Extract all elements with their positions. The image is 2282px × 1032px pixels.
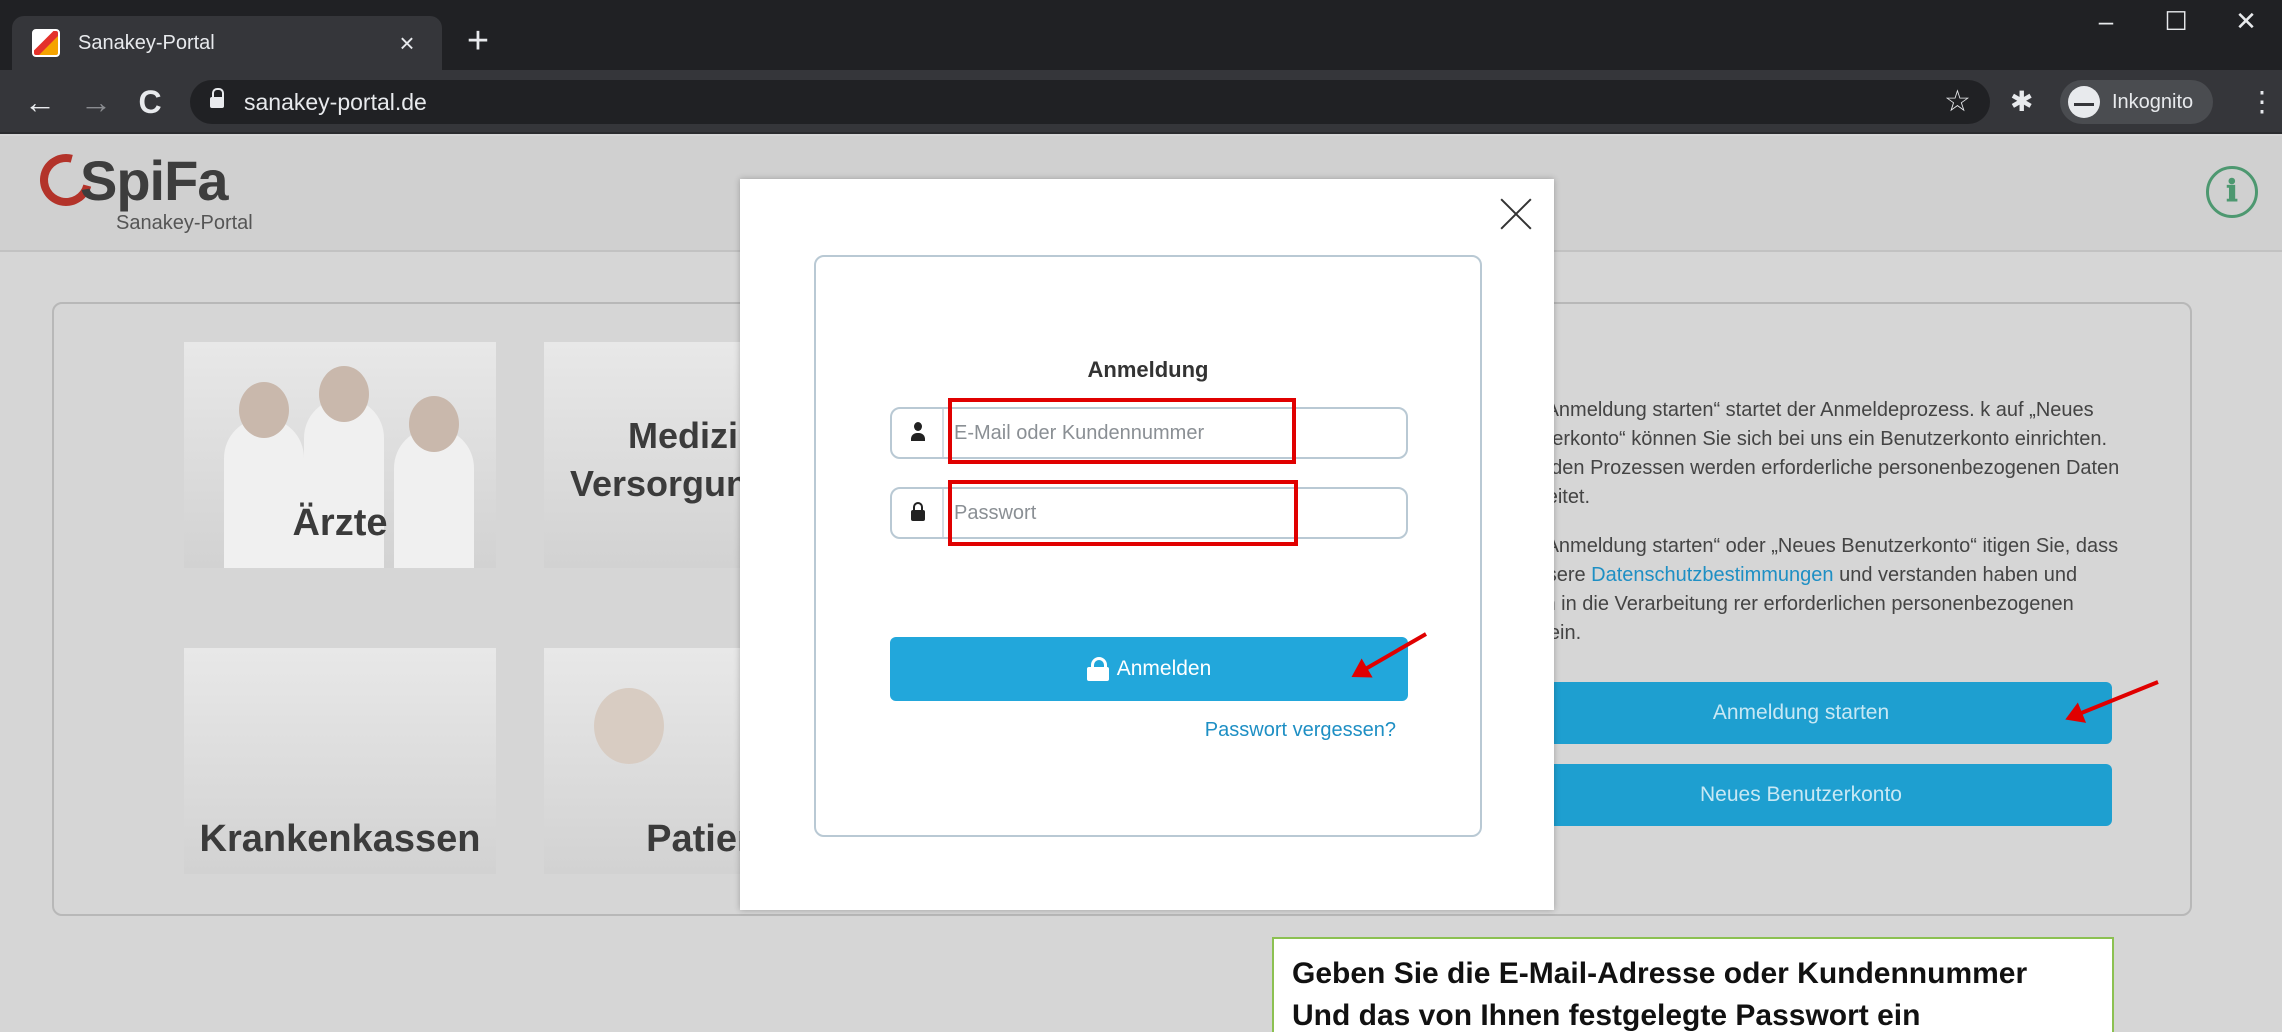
email-icon-cell [892,409,944,457]
favicon-icon [32,29,60,57]
tile-label: Krankenkassen [199,818,481,860]
minimize-button[interactable]: – [2076,6,2136,37]
consent-paragraph-2: k auf „Anmeldung starten“ oder „Neues Be… [1490,532,2130,648]
tile-label: Ärzte [292,502,388,544]
photo-head [594,688,664,764]
info-icon[interactable]: ℹ [2206,166,2258,218]
address-bar[interactable]: sanakey-portal.de [190,80,1990,124]
start-login-button[interactable]: Anmeldung starten [1490,682,2112,744]
incognito-icon [2068,86,2100,118]
callout-line-2: Und das von Ihnen festgelegte Passwort e… [1292,999,1921,1032]
close-icon[interactable] [1496,193,1536,233]
photo-head [319,366,369,422]
browser-tabbar: Sanakey-Portal × + – ☐ ✕ [0,0,2282,70]
extensions-icon[interactable]: ✱ [2010,82,2033,122]
photo-head [409,396,459,452]
tab-close-button[interactable]: × [392,28,422,59]
consent-paragraph-1: k auf „Anmeldung starten“ startet der An… [1490,399,2120,508]
tile-krankenkassen[interactable]: Krankenkassen [184,648,496,874]
login-button[interactable]: Anmelden [890,637,1408,701]
photo-figure [224,418,304,568]
lock-icon [911,502,925,522]
incognito-label: Inkognito [2112,90,2194,113]
logo-subtitle: Sanakey-Portal [116,212,253,234]
spifa-logo[interactable]: SpiFa Sanakey-Portal [30,144,280,238]
lock-icon [210,88,224,110]
user-icon [911,422,925,444]
url-text: sanakey-portal.de [244,88,427,115]
instruction-callout: Geben Sie die E-Mail-Adresse oder Kunden… [1272,937,2114,1032]
highlight-box-password [948,480,1298,546]
browser-tab[interactable]: Sanakey-Portal × [12,16,442,70]
incognito-badge[interactable]: Inkognito [2060,80,2214,124]
browser-menu-icon[interactable]: ⋮ [2248,82,2276,122]
tab-title: Sanakey-Portal [78,31,215,54]
forgot-password-link[interactable]: Passwort vergessen? [890,719,1396,742]
tile-aerzte[interactable]: Ärzte [184,342,496,568]
new-account-button[interactable]: Neues Benutzerkonto [1490,764,2112,826]
photo-head [239,382,289,438]
lock-icon [1086,657,1109,681]
back-icon[interactable]: ← [20,82,60,122]
bookmark-star-icon[interactable]: ☆ [1944,82,1971,122]
password-icon-cell [892,489,944,537]
privacy-link[interactable]: Datenschutzbestimmungen [1591,564,1833,586]
maximize-button[interactable]: ☐ [2146,6,2206,37]
new-tab-button[interactable]: + [458,22,498,60]
highlight-box-email [948,398,1296,464]
login-button-label: Anmelden [1116,657,1212,680]
consent-text: k auf „Anmeldung starten“ startet der An… [1490,396,2130,668]
logo-text: SpiFa [80,149,228,212]
login-card: Anmeldung Anmelden Passwort vergessen? [814,255,1482,837]
close-window-button[interactable]: ✕ [2216,6,2276,37]
callout-line-1: Geben Sie die E-Mail-Adresse oder Kunden… [1292,957,2028,990]
browser-toolbar: ← → C sanakey-portal.de ☆ ✱ Inkognito ⋮ [0,70,2282,134]
forward-icon[interactable]: → [76,82,116,122]
login-title: Anmeldung [1087,357,1209,382]
reload-icon[interactable]: C [130,82,170,122]
